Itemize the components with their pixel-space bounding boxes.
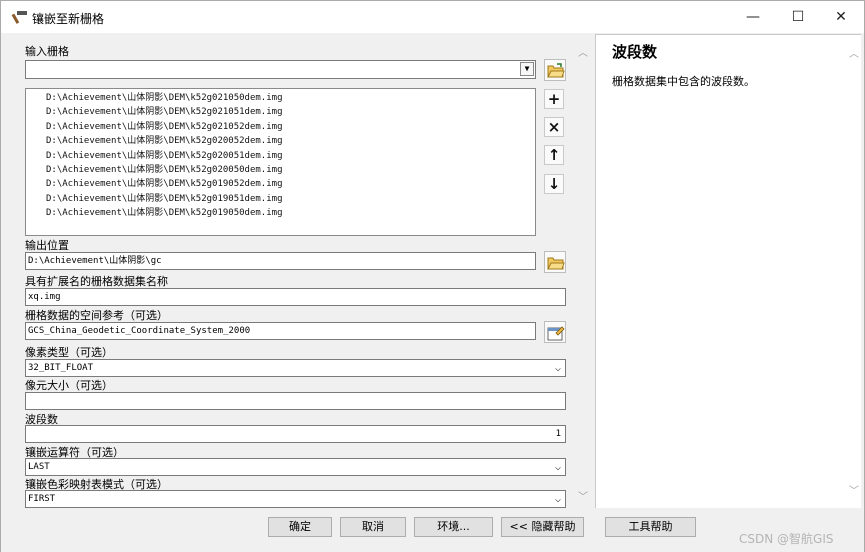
open-folder-icon [547, 63, 565, 78]
chevron-down-icon[interactable]: ⌵ [555, 361, 561, 376]
watermark: CSDN @智航GIS [739, 532, 834, 546]
input-raster-label: 输入栅格 [25, 45, 69, 58]
help-title: 波段数 [612, 43, 658, 61]
list-item[interactable]: D:\Achievement\山体阴影\DEM\k52g021052dem.im… [26, 120, 535, 134]
dataset-name-label: 具有扩展名的栅格数据集名称 [25, 275, 168, 288]
hide-help-button[interactable]: << 隐藏帮助 [501, 517, 584, 537]
chevron-down-icon[interactable]: ⌵ [555, 492, 561, 507]
environments-button[interactable]: 环境... [414, 517, 493, 537]
scroll-up-icon[interactable]: ︿ [578, 44, 588, 59]
list-item[interactable]: D:\Achievement\山体阴影\DEM\k52g019051dem.im… [26, 192, 535, 206]
pixel-type-value: 32_BIT_FLOAT [28, 363, 94, 373]
list-item[interactable]: D:\Achievement\山体阴影\DEM\k52g019052dem.im… [26, 177, 535, 191]
input-raster-combo[interactable]: ▼ [25, 60, 536, 79]
spatial-reference-properties-button[interactable] [544, 321, 566, 343]
form-scrollbar[interactable]: ︿ ﹀ [575, 36, 592, 509]
help-panel: 波段数 栅格数据集中包含的波段数。 ︿ ﹀ [595, 34, 861, 508]
maximize-button[interactable]: ☐ [780, 5, 816, 29]
move-up-icon[interactable]: ↑ [544, 145, 564, 165]
list-item[interactable]: D:\Achievement\山体阴影\DEM\k52g019050dem.im… [26, 206, 535, 220]
dropdown-arrow-icon[interactable]: ▼ [520, 62, 534, 76]
cell-size-label: 像元大小（可选） [25, 379, 113, 392]
scroll-down-icon[interactable]: ﹀ [578, 488, 588, 503]
title-bar: 镶嵌至新栅格 — ☐ ✕ [1, 1, 864, 33]
list-item[interactable]: D:\Achievement\山体阴影\DEM\k52g021051dem.im… [26, 105, 535, 119]
spatial-reference-field[interactable]: GCS_China_Geodetic_Coordinate_System_200… [25, 322, 536, 340]
mosaic-operator-select[interactable]: LAST ⌵ [25, 458, 566, 476]
output-location-field[interactable]: D:\Achievement\山体阴影\gc [25, 252, 536, 270]
hammer-icon [11, 11, 27, 24]
colormap-mode-value: FIRST [28, 494, 56, 504]
properties-icon [547, 326, 565, 341]
open-folder-icon [547, 257, 565, 270]
close-button[interactable]: ✕ [823, 5, 859, 29]
scroll-up-icon[interactable]: ︿ [849, 45, 859, 60]
list-item[interactable]: D:\Achievement\山体阴影\DEM\k52g020050dem.im… [26, 163, 535, 177]
add-icon[interactable]: + [544, 89, 564, 109]
help-scrollbar[interactable]: ︿ ﹀ [847, 35, 861, 509]
bands-field[interactable]: 1 [25, 425, 566, 443]
cancel-button[interactable]: 取消 [340, 517, 406, 537]
tool-help-button[interactable]: 工具帮助 [605, 517, 696, 537]
dataset-name-field[interactable]: xq.img [25, 288, 566, 306]
chevron-down-icon[interactable]: ⌵ [555, 460, 561, 475]
remove-icon[interactable]: × [544, 117, 564, 137]
pixel-type-label: 像素类型（可选） [25, 346, 113, 359]
list-item[interactable]: D:\Achievement\山体阴影\DEM\k52g020051dem.im… [26, 149, 535, 163]
mosaic-operator-value: LAST [28, 462, 50, 472]
colormap-mode-select[interactable]: FIRST ⌵ [25, 490, 566, 508]
output-location-label: 输出位置 [25, 239, 69, 252]
tool-dialog: 镶嵌至新栅格 — ☐ ✕ 输入栅格 ▼ D:\Achievement\山体阴影\… [0, 0, 865, 552]
pixel-type-select[interactable]: 32_BIT_FLOAT ⌵ [25, 359, 566, 377]
scroll-down-icon[interactable]: ﹀ [849, 482, 859, 497]
spatial-reference-label: 栅格数据的空间参考（可选） [25, 309, 168, 322]
cell-size-field[interactable] [25, 392, 566, 410]
window-title: 镶嵌至新栅格 [32, 12, 105, 26]
raster-list[interactable]: D:\Achievement\山体阴影\DEM\k52g021050dem.im… [25, 88, 536, 236]
list-item[interactable]: D:\Achievement\山体阴影\DEM\k52g020052dem.im… [26, 134, 535, 148]
list-item[interactable]: D:\Achievement\山体阴影\DEM\k52g021050dem.im… [26, 91, 535, 105]
help-text: 栅格数据集中包含的波段数。 [612, 75, 755, 88]
browse-output-button[interactable] [544, 251, 566, 273]
browse-input-button[interactable] [544, 59, 566, 81]
move-down-icon[interactable]: ↓ [544, 174, 564, 194]
ok-button[interactable]: 确定 [268, 517, 332, 537]
minimize-button[interactable]: — [735, 5, 771, 29]
